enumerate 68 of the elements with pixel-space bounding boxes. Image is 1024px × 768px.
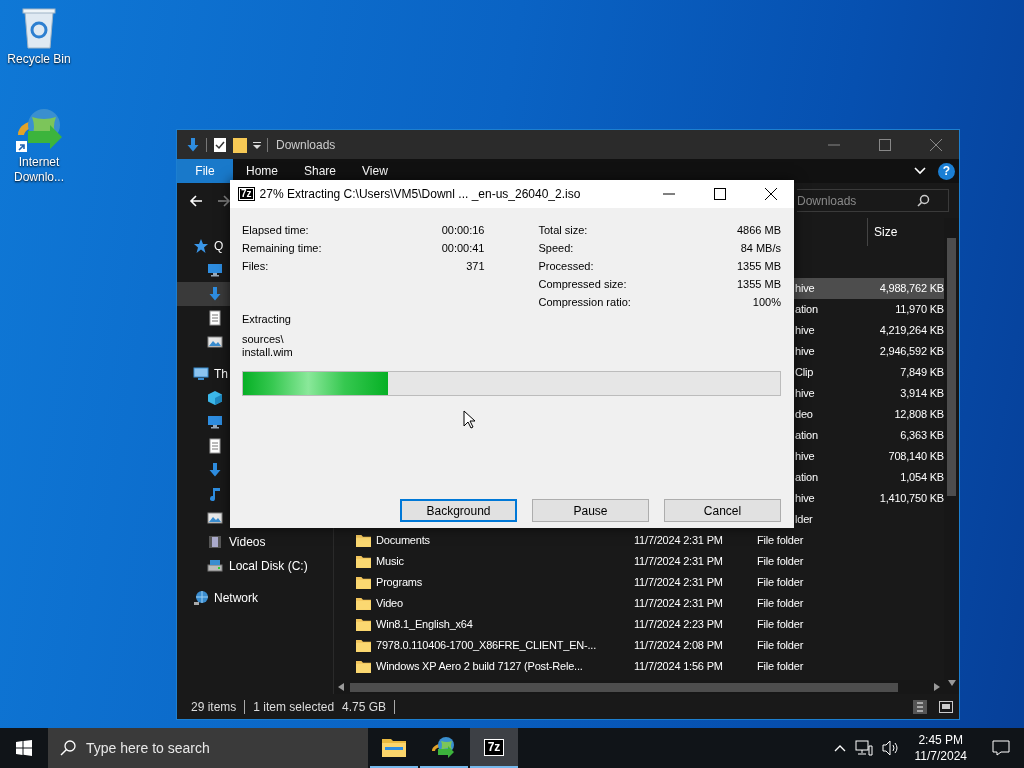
file-name: Windows XP Aero 2 build 7127 (Post-Rele... — [376, 659, 583, 675]
file-name: Programs — [376, 575, 423, 591]
file-type: ation — [795, 471, 818, 484]
file-type: File folder — [757, 555, 804, 568]
stat-label: Speed: — [538, 240, 574, 256]
stat-value: 4866 MB — [736, 222, 781, 238]
file-size: 1,410,750 KB — [879, 492, 944, 505]
file-size: 3,914 KB — [900, 387, 944, 400]
file-name: Music — [376, 554, 404, 570]
stat-value: 1355 MB — [736, 258, 781, 274]
file-size: 4,988,762 KB — [879, 282, 944, 295]
file-type: hive — [795, 450, 815, 463]
file-path: install.wim — [242, 346, 294, 359]
file-size: 12,808 KB — [894, 408, 944, 421]
selection-info: 1 item selected — [253, 698, 335, 716]
stat-value: 00:00:16 — [441, 222, 485, 238]
window-title: Downloads — [276, 136, 336, 154]
file-size: 11,970 KB — [895, 303, 944, 316]
file-type: hive — [795, 492, 815, 505]
stat-label: Total size: — [538, 222, 588, 238]
stat-value: 100% — [752, 294, 781, 310]
item-count: 29 items — [191, 698, 237, 716]
file-type: Clip — [795, 366, 814, 379]
file-type: File folder — [757, 660, 804, 673]
stat-value: 00:00:41 — [441, 240, 485, 256]
window-title: 27% Extracting C:\Users\VM5\Downl ... _en-us_26040_2.iso — [259, 186, 581, 203]
date-modified: 11/7/2024 2:23 PM — [634, 618, 723, 631]
file-type: ation — [795, 429, 818, 442]
selection-size: 4.75 GB — [342, 698, 387, 716]
file-size: 708,140 KB — [888, 450, 944, 463]
file-path: sources\ — [242, 333, 285, 346]
file-type: hive — [795, 324, 815, 337]
stat-value: 371 — [466, 258, 485, 274]
stat-label: Files: — [242, 258, 269, 274]
file-type: hive — [795, 387, 815, 400]
file-type: hive — [795, 282, 815, 295]
file-type: File folder — [757, 639, 804, 652]
file-name: 7978.0.110406-1700_X86FRE_CLIENT_EN-... — [376, 638, 597, 654]
stat-label: Compressed size: — [538, 276, 627, 292]
file-size: 4,219,264 KB — [879, 324, 944, 337]
file-type: hive — [795, 345, 815, 358]
app-logo: 7z — [238, 187, 255, 201]
file-size: 2,946,592 KB — [879, 345, 944, 358]
file-size: 1,054 KB — [900, 471, 944, 484]
file-type: File folder — [757, 597, 804, 610]
file-size: 6,363 KB — [900, 429, 944, 442]
file-type: File folder — [757, 618, 804, 631]
date-modified: 11/7/2024 2:31 PM — [634, 534, 723, 547]
stat-label: Compression ratio: — [538, 294, 631, 310]
date-modified: 11/7/2024 2:31 PM — [634, 576, 723, 589]
file-name: Video — [376, 596, 403, 612]
stat-value: 84 MB/s — [740, 240, 781, 256]
file-type: deo — [795, 408, 813, 421]
file-size: 7,849 KB — [900, 366, 944, 379]
date-modified: 11/7/2024 1:56 PM — [634, 660, 723, 673]
stat-label: Processed: — [538, 258, 594, 274]
stat-value: 1355 MB — [736, 276, 781, 292]
stat-label: Remaining time: — [242, 240, 322, 256]
file-type: ation — [795, 303, 818, 316]
file-name: Documents — [376, 533, 430, 549]
file-type: File folder — [757, 576, 804, 589]
date-modified: 11/7/2024 2:08 PM — [634, 639, 723, 652]
file-name: Win8.1_English_x64 — [376, 617, 473, 633]
date-modified: 11/7/2024 2:31 PM — [634, 555, 723, 568]
file-type: File folder — [757, 534, 804, 547]
status-text: Extracting — [242, 313, 292, 326]
date-modified: 11/7/2024 2:31 PM — [634, 597, 723, 610]
stat-label: Elapsed time: — [242, 222, 309, 238]
